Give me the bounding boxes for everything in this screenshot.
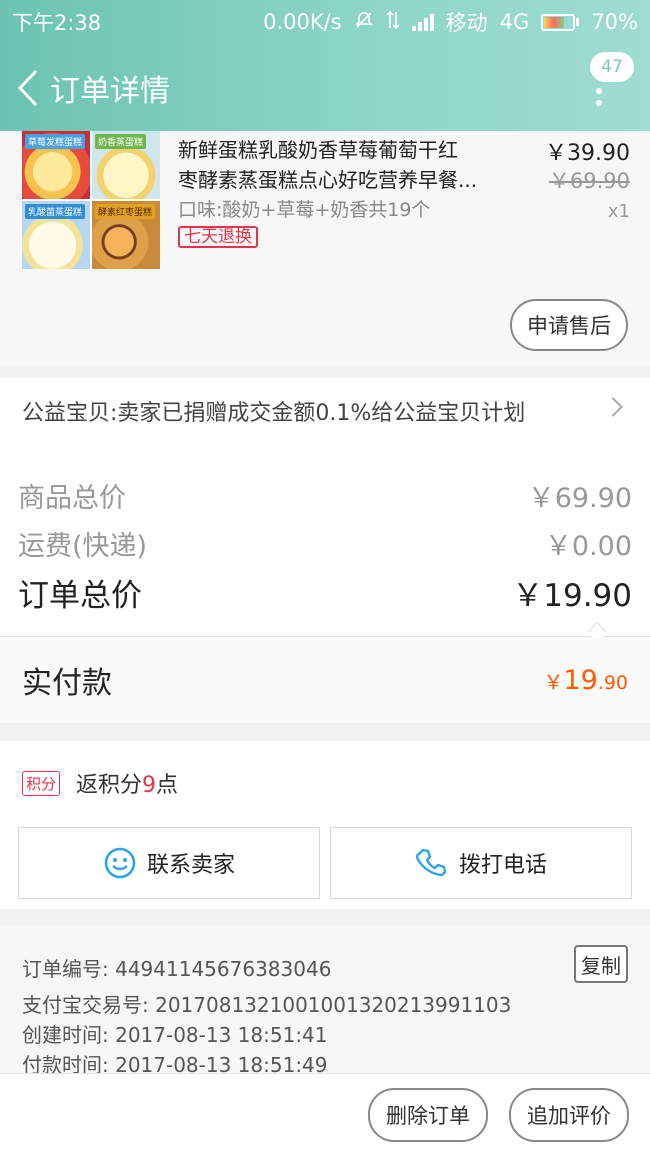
status-carrier: 移动	[445, 11, 488, 35]
header: 下午2:38 0.00K/s 移动 4G 70% 订单详情 47	[0, 0, 650, 131]
thumb-label: 草莓发糕蛋糕	[25, 134, 86, 149]
order-total-label: 订单总价	[18, 578, 142, 614]
status-right: 0.00K/s 移动 4G 70%	[263, 7, 638, 37]
order-number: 订单编号: 44941145676383046	[22, 957, 332, 981]
mute-icon	[354, 10, 374, 35]
points-text: 返积分9点	[76, 767, 178, 799]
status-network: 4G	[499, 10, 530, 34]
paid-value: ￥19.90	[543, 665, 628, 696]
nav-bar: 订单详情 47	[0, 44, 650, 131]
product-quantity: x1	[607, 201, 630, 222]
battery-icon	[541, 13, 580, 31]
chat-smile-icon	[104, 847, 136, 879]
charity-row[interactable]: 公益宝贝:卖家已捐赠成交金额0.1%给公益宝贝计划	[0, 378, 650, 444]
paid-decimal: .90	[597, 671, 628, 694]
points-number: 9	[142, 773, 157, 798]
more-dot	[596, 100, 602, 106]
product-card[interactable]: 草莓发糕蛋糕 奶香蒸蛋糕 乳酸菌蒸蛋糕 酵素红枣蛋糕 新鲜蛋糕乳酸奶香草莓葡萄干…	[0, 131, 650, 366]
product-original-price: ￥69.90	[548, 169, 630, 193]
paid-row: 实付款 ￥19.90	[0, 637, 650, 723]
alipay-trade-number: 支付宝交易号: 2017081321001001320213991103	[22, 993, 512, 1017]
add-review-button[interactable]: 追加评价	[509, 1088, 629, 1142]
chevron-right-icon	[603, 397, 623, 417]
call-phone-button[interactable]: 拨打电话	[330, 827, 632, 899]
goods-total-row: 商品总价 ￥69.90	[18, 476, 632, 515]
contact-seller-label: 联系卖家	[146, 853, 235, 878]
price-summary: 商品总价 ￥69.90 运费(快递) ￥0.00 订单总价 ￥19.90	[0, 444, 650, 636]
signal-icon	[411, 13, 434, 31]
more-vertical-icon	[596, 88, 602, 94]
product-price: ￥39.90	[545, 141, 630, 166]
product-title: 新鲜蛋糕乳酸奶香草莓葡萄干红 枣酵素蒸蛋糕点心好吃营养早餐...	[178, 135, 508, 195]
contact-seller-button[interactable]: 联系卖家	[18, 827, 320, 899]
shipping-label: 运费(快递)	[18, 531, 148, 562]
message-badge[interactable]: 47	[590, 52, 634, 82]
thumb-label: 奶香蒸蛋糕	[95, 134, 147, 149]
paid-integer: 19	[563, 664, 598, 696]
phone-icon	[415, 848, 447, 877]
shipping-row: 运费(快递) ￥0.00	[18, 524, 632, 563]
thumb-quadrant: 奶香蒸蛋糕	[92, 131, 160, 199]
product-title-line1: 新鲜蛋糕乳酸奶香草莓葡萄干红	[178, 138, 458, 162]
points-row: 积分 返积分9点	[22, 767, 178, 799]
points-prefix: 返积分	[76, 773, 143, 798]
created-time: 创建时间: 2017-08-13 18:51:41	[22, 1023, 328, 1047]
status-battery: 70%	[591, 10, 638, 34]
thumb-label: 乳酸菌蒸蛋糕	[25, 204, 86, 219]
points-suffix: 点	[156, 773, 179, 798]
delete-order-button[interactable]: 删除订单	[368, 1088, 488, 1142]
product-title-line2: 枣酵素蒸蛋糕点心好吃营养早餐...	[178, 168, 478, 192]
product-thumbnail[interactable]: 草莓发糕蛋糕 奶香蒸蛋糕 乳酸菌蒸蛋糕 酵素红枣蛋糕	[22, 131, 160, 269]
copy-button[interactable]: 复制	[574, 945, 628, 983]
call-phone-label: 拨打电话	[458, 853, 547, 878]
after-sale-button[interactable]: 申请售后	[510, 299, 628, 351]
product-spec: 口味:酸奶+草莓+奶香共19个	[178, 199, 431, 221]
shipping-value: ￥0.00	[544, 531, 632, 562]
paid-symbol: ￥	[543, 669, 564, 694]
bottom-action-bar: 删除订单 追加评价	[0, 1073, 650, 1155]
points-badge: 积分	[22, 770, 61, 796]
thumb-quadrant: 乳酸菌蒸蛋糕	[22, 201, 90, 269]
thumb-quadrant: 草莓发糕蛋糕	[22, 131, 90, 199]
thumb-quadrant: 酵素红枣蛋糕	[92, 201, 160, 269]
points-section: 积分 返积分9点 联系卖家 拨打电话	[0, 741, 650, 909]
goods-total-label: 商品总价	[18, 483, 126, 514]
charity-text: 公益宝贝:卖家已捐赠成交金额0.1%给公益宝贝计划	[22, 401, 526, 426]
order-info: 订单编号: 44941145676383046 复制 支付宝交易号: 20170…	[0, 925, 650, 1077]
order-total-row: 订单总价 ￥19.90	[18, 570, 632, 615]
status-speed: 0.00K/s	[263, 10, 342, 34]
paid-label: 实付款	[22, 666, 112, 701]
page-title: 订单详情	[50, 73, 170, 109]
status-time: 下午2:38	[12, 11, 102, 35]
thumb-label: 酵素红枣蛋糕	[95, 204, 156, 219]
status-bar: 下午2:38 0.00K/s 移动 4G 70%	[0, 0, 650, 44]
order-total-value: ￥19.90	[512, 578, 632, 614]
back-button[interactable]	[8, 58, 48, 118]
goods-total-value: ￥69.90	[527, 483, 632, 514]
return-policy-tag: 七天退换	[178, 226, 258, 248]
chevron-left-icon	[17, 69, 38, 106]
data-arrows-icon	[386, 10, 400, 35]
